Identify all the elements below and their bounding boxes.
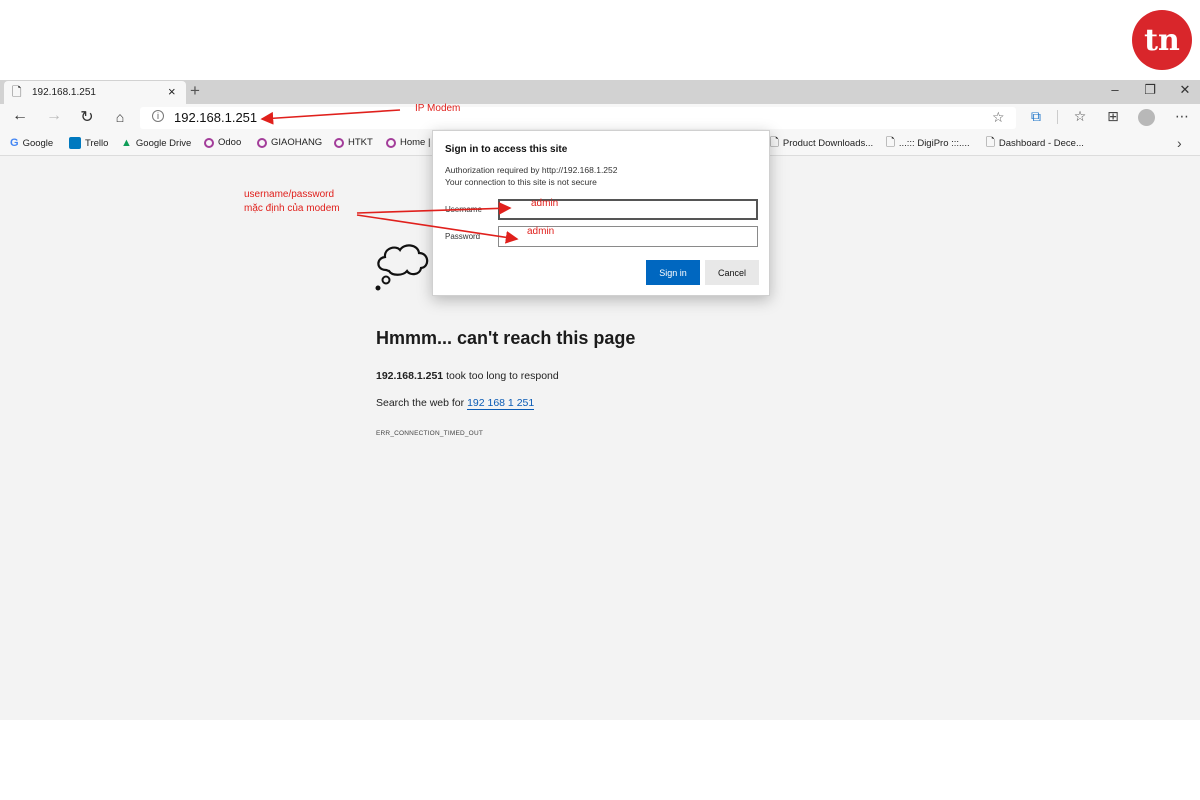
- dialog-secure-line: Your connection to this site is not secu…: [445, 177, 597, 187]
- page-icon: 🗋: [12, 85, 22, 99]
- search-prefix: Search the web for: [376, 397, 468, 409]
- bookmarks-more-chevron-icon[interactable]: ›: [1177, 135, 1182, 151]
- dialog-auth-line: Authorization required by http://192.168…: [445, 165, 618, 175]
- tab-close-button[interactable]: ×: [168, 84, 176, 99]
- search-suggestion: Search the web for 192 168 1 251: [376, 397, 535, 410]
- bookmark-home[interactable]: Home |: [386, 137, 430, 148]
- username-label: Username: [445, 205, 482, 214]
- search-link[interactable]: 192 168 1 251: [467, 397, 535, 410]
- error-title: Hmmm... can't reach this page: [376, 328, 636, 348]
- password-label: Password: [445, 232, 481, 241]
- minimize-button[interactable]: –: [1100, 82, 1130, 97]
- bookmark-label: Trello: [85, 137, 109, 149]
- more-icon[interactable]: ⋯: [1172, 108, 1192, 125]
- bookmark-label: Product Downloads...: [782, 137, 874, 149]
- error-host-suffix: took too long to respond: [443, 370, 559, 382]
- logo-text: tn: [1144, 22, 1180, 58]
- bookmark-product-downloads[interactable]: 🗋 Product Downloads...: [770, 137, 873, 149]
- profile-icon[interactable]: [1138, 109, 1155, 126]
- forward-arrow-icon[interactable]: →: [44, 107, 64, 125]
- bookmark-google[interactable]: G Google: [10, 137, 53, 149]
- sign-in-dialog: Sign in to access this site Authorizatio…: [432, 130, 770, 296]
- cancel-button[interactable]: Cancel: [705, 260, 759, 285]
- sign-in-button[interactable]: Sign in: [646, 260, 700, 285]
- trello-icon: [69, 137, 81, 149]
- error-host: 192.168.1.251: [376, 370, 444, 382]
- thought-cloud-icon: [375, 244, 429, 291]
- page-icon: 🗋: [986, 137, 995, 149]
- error-message: 192.168.1.251 took too long to respond: [376, 370, 559, 382]
- restore-button[interactable]: ❐: [1135, 82, 1165, 98]
- bookmark-giaohang[interactable]: GIAOHANG: [257, 137, 322, 148]
- tab-title: 192.168.1.251: [32, 87, 96, 98]
- bookmark-htkt[interactable]: HTKT: [334, 137, 373, 148]
- annotation-username-hint: admin: [531, 198, 559, 209]
- bookmark-label: Odoo: [218, 137, 242, 148]
- annotation-ip-modem: IP Modem: [415, 103, 461, 114]
- browser-toolbar: ← → ↻ ⌂ i 192.168.1.251 ☆ ⧉ ☆ ⊞ ⋯: [0, 104, 1200, 132]
- address-url[interactable]: 192.168.1.251: [174, 110, 257, 125]
- bookmark-label: HTKT: [348, 137, 373, 148]
- refresh-icon[interactable]: ↻: [77, 107, 97, 127]
- error-code: ERR_CONNECTION_TIMED_OUT: [376, 430, 484, 437]
- favorites-icon[interactable]: ☆: [1070, 108, 1090, 125]
- annotation-credentials-line2: mặc định của modem: [244, 203, 340, 214]
- page-icon: 🗋: [886, 137, 895, 149]
- annotation-credentials-line1: username/password: [244, 189, 335, 200]
- odoo-icon: [204, 137, 214, 148]
- odoo-icon: [257, 137, 267, 148]
- drive-icon: ▲: [121, 137, 132, 149]
- page-icon: 🗋: [770, 137, 779, 149]
- close-window-button[interactable]: ✕: [1170, 82, 1200, 98]
- home-icon[interactable]: ⌂: [110, 109, 130, 125]
- bookmark-label: ...::: DigiPro :::....: [898, 137, 970, 149]
- bookmark-digipro[interactable]: 🗋 ...::: DigiPro :::....: [886, 137, 970, 149]
- bookmark-label: GIAOHANG: [271, 137, 323, 148]
- bookmark-dashboard[interactable]: 🗋 Dashboard - Dece...: [986, 137, 1084, 149]
- dialog-title: Sign in to access this site: [445, 144, 568, 155]
- brand-logo: tn: [1132, 10, 1192, 70]
- bookmark-label: Dashboard - Dece...: [998, 137, 1084, 149]
- back-arrow-icon[interactable]: ←: [10, 107, 30, 125]
- annotation-password-hint: admin: [527, 226, 555, 237]
- bookmark-trello[interactable]: Trello: [69, 137, 108, 149]
- star-icon[interactable]: ☆: [992, 109, 1005, 126]
- tab-strip: 🗋 192.168.1.251 × + – ❐ ✕: [0, 80, 1200, 104]
- odoo-icon: [334, 137, 344, 148]
- bookmark-label: Google Drive: [135, 137, 192, 149]
- bookmark-label: Google: [22, 137, 54, 149]
- info-icon[interactable]: i: [152, 110, 164, 122]
- bookmark-odoo[interactable]: Odoo: [204, 137, 241, 148]
- odoo-icon: [386, 137, 396, 148]
- google-icon: G: [10, 137, 19, 149]
- browser-tab[interactable]: 🗋 192.168.1.251 ×: [4, 81, 186, 104]
- bookmark-google-drive[interactable]: ▲ Google Drive: [121, 137, 191, 149]
- collections-icon[interactable]: ⧉: [1026, 108, 1046, 125]
- address-bar[interactable]: i 192.168.1.251 ☆: [140, 107, 1016, 129]
- toolbar-divider: [1057, 110, 1058, 124]
- bookmark-label: Home |: [400, 137, 431, 148]
- extensions-icon[interactable]: ⊞: [1103, 108, 1123, 125]
- new-tab-button[interactable]: +: [190, 81, 200, 101]
